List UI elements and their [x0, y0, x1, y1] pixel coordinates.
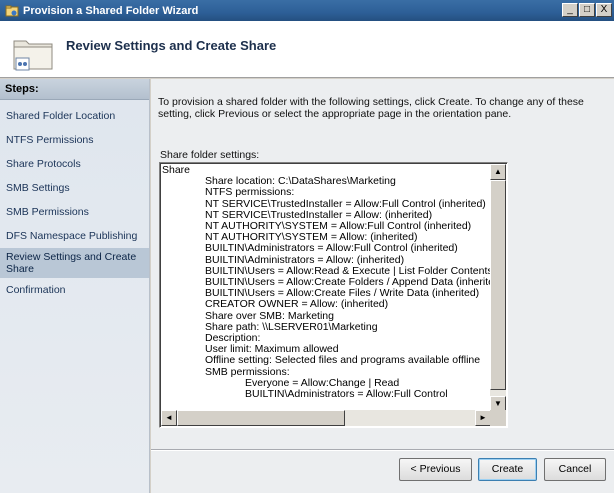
step-item[interactable]: SMB Settings	[0, 176, 149, 200]
steps-list: Shared Folder Location NTFS Permissions Sh…	[0, 100, 149, 302]
main-content: To provision a shared folder with the fo…	[151, 79, 614, 493]
step-item[interactable]: SMB Permissions	[0, 200, 149, 224]
step-item[interactable]: Confirmation	[0, 278, 149, 302]
vertical-scroll-thumb[interactable]	[490, 180, 506, 390]
scrollbar-corner	[490, 410, 506, 426]
settings-line: BUILTIN\Administrators = Allow:Full Cont…	[245, 388, 448, 401]
step-item[interactable]: DFS Namespace Publishing	[0, 224, 149, 248]
settings-label: Share folder settings:	[160, 149, 260, 161]
create-button[interactable]: Create	[478, 458, 537, 481]
button-divider	[151, 449, 614, 451]
window-title: Provision a Shared Folder Wizard	[23, 4, 199, 17]
cancel-button[interactable]: Cancel	[544, 458, 606, 481]
horizontal-scroll-thumb[interactable]	[177, 410, 345, 426]
settings-line: BUILTIN\Administrators = Allow:Full Cont…	[205, 242, 458, 255]
steps-pane: Steps: Shared Folder Location NTFS Permis…	[0, 79, 150, 493]
minimize-button[interactable]: _	[562, 3, 578, 17]
scroll-right-button[interactable]: ►	[475, 410, 491, 426]
settings-line: NTFS permissions:	[205, 186, 295, 199]
share-wizard-icon	[5, 5, 19, 16]
scroll-left-button[interactable]: ◄	[161, 410, 177, 426]
step-item[interactable]: Review Settings and Create Share	[0, 248, 149, 278]
maximize-button[interactable]: □	[579, 3, 595, 17]
wizard-header: Review Settings and Create Share	[0, 21, 614, 78]
share-settings-listbox[interactable]: Share Share location: C:\DataShares\Marke…	[159, 162, 508, 428]
horizontal-scrollbar[interactable]: ◄ ►	[161, 410, 491, 426]
instructions-text: To provision a shared folder with the fo…	[158, 96, 584, 120]
steps-heading: Steps:	[0, 79, 149, 100]
window-controls: _ □ X	[562, 3, 612, 17]
close-button[interactable]: X	[596, 3, 612, 17]
title-bar: Provision a Shared Folder Wizard _ □ X	[0, 0, 614, 21]
step-item[interactable]: Shared Folder Location	[0, 104, 149, 128]
scroll-up-button[interactable]: ▲	[490, 164, 506, 180]
step-item[interactable]: NTFS Permissions	[0, 128, 149, 152]
settings-line: CREATOR OWNER = Allow: (inherited)	[205, 298, 389, 311]
settings-line: Offline setting: Selected files and prog…	[205, 354, 481, 367]
settings-text-area[interactable]: Share Share location: C:\DataShares\Marke…	[162, 165, 491, 411]
shared-folder-icon	[13, 40, 53, 71]
page-title: Review Settings and Create Share	[66, 38, 277, 53]
step-item[interactable]: Share Protocols	[0, 152, 149, 176]
vertical-scrollbar[interactable]: ▲ ▼	[490, 164, 506, 412]
previous-button[interactable]: < Previous	[399, 458, 472, 481]
